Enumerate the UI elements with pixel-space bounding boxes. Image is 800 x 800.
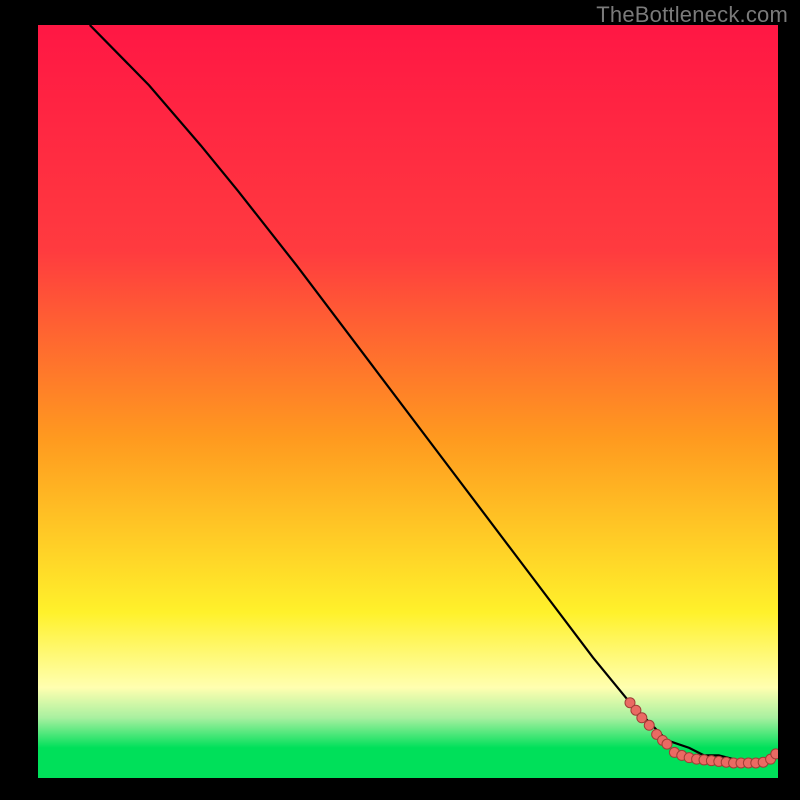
data-dot [771,749,778,759]
plot-area [38,25,778,778]
gradient-background [38,25,778,778]
chart-frame: TheBottleneck.com [0,0,800,800]
data-dot [644,720,654,730]
data-dot [637,713,647,723]
data-dot [662,739,672,749]
plot-svg [38,25,778,778]
